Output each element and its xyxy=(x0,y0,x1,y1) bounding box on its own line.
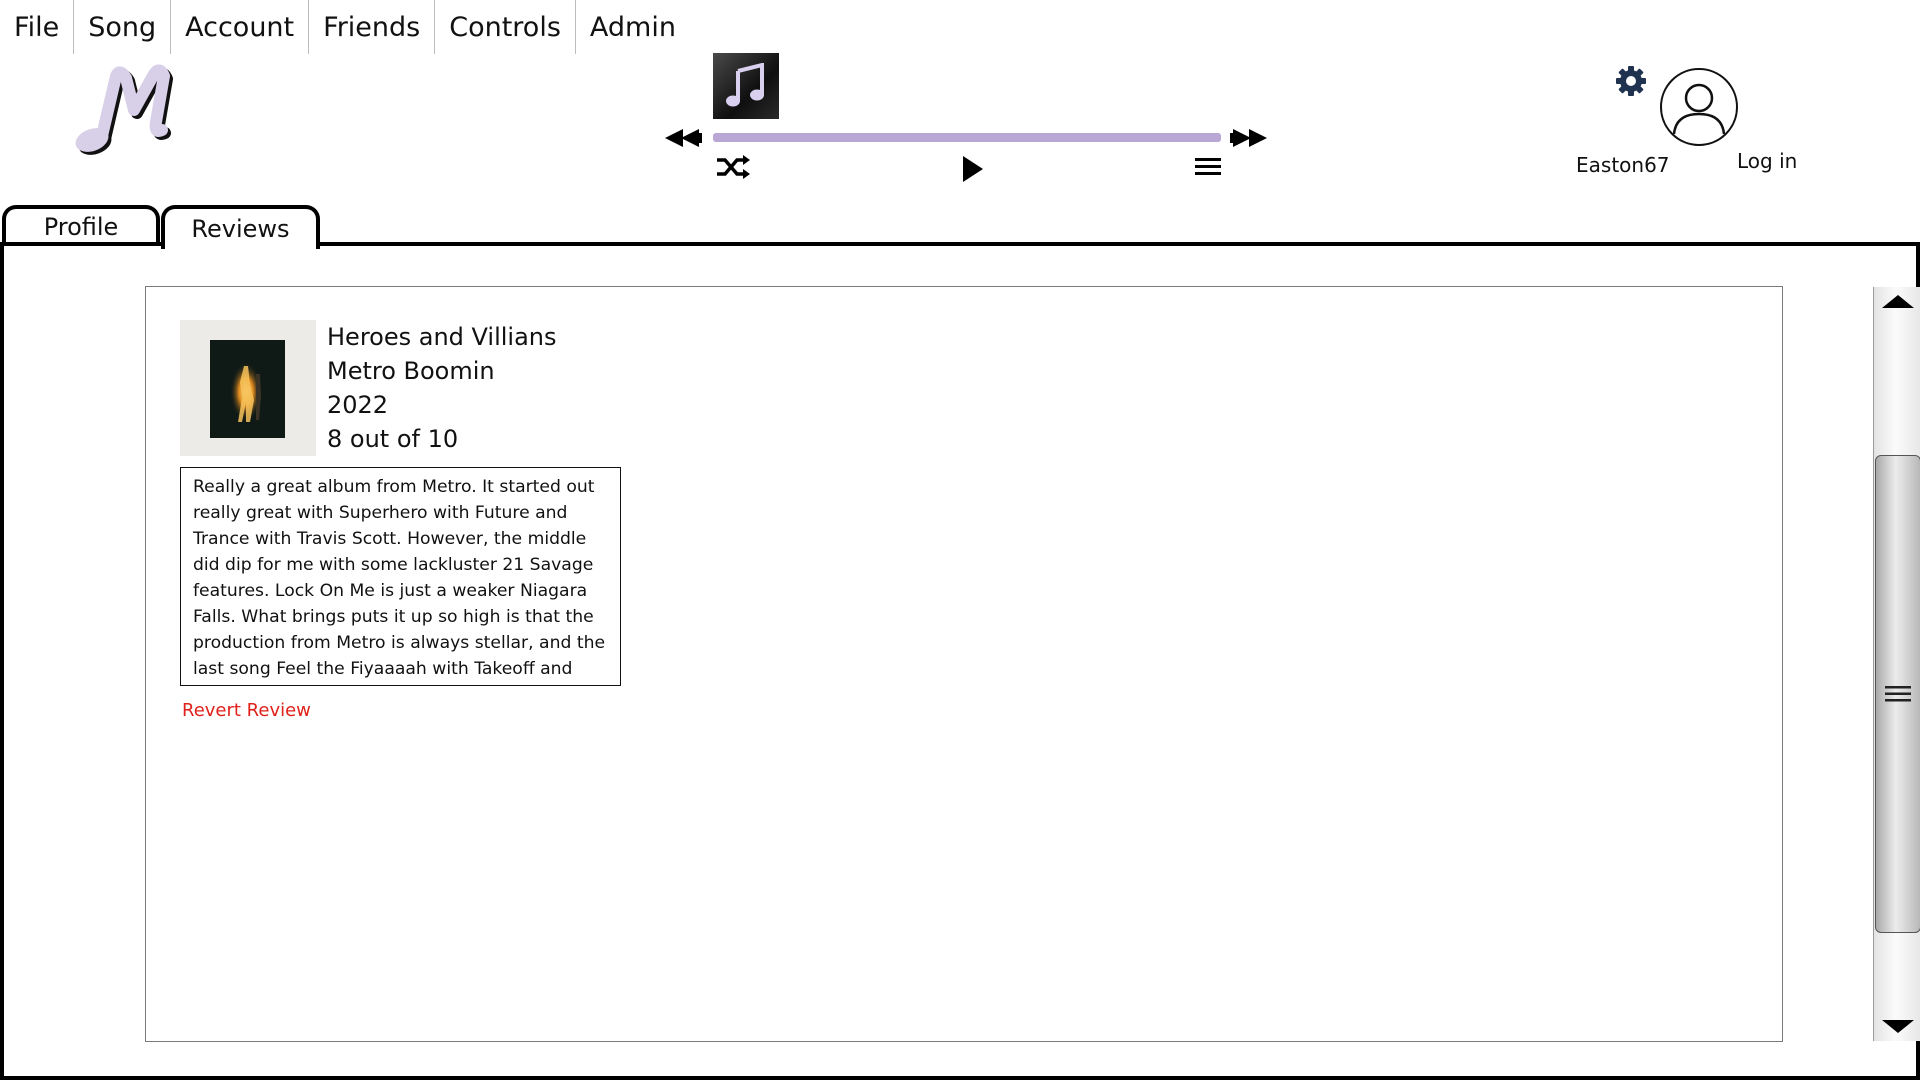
user-avatar-icon xyxy=(1672,83,1726,135)
menu-friends[interactable]: Friends xyxy=(309,0,436,54)
play-button[interactable] xyxy=(961,154,985,184)
album-info: Heroes and Villians Metro Boomin 2022 8 … xyxy=(327,320,557,456)
rewind-icon xyxy=(665,129,702,147)
fast-forward-icon xyxy=(1230,129,1267,147)
queue-list-icon xyxy=(1195,158,1221,175)
reviews-panel: Heroes and Villians Metro Boomin 2022 8 … xyxy=(0,242,1920,1080)
song-progress-bar[interactable] xyxy=(713,133,1221,142)
music-note-icon xyxy=(726,63,764,107)
review-rating: 8 out of 10 xyxy=(327,425,459,453)
tab-profile[interactable]: Profile xyxy=(2,205,160,245)
now-playing-artwork xyxy=(713,53,779,119)
album-artist: Metro Boomin xyxy=(327,357,495,385)
scroll-up-arrow-icon xyxy=(1882,295,1914,308)
scroll-grip-icon xyxy=(1885,686,1911,702)
scroll-thumb[interactable] xyxy=(1875,455,1920,933)
tab-reviews[interactable]: Reviews xyxy=(161,205,320,249)
review-list: Heroes and Villians Metro Boomin 2022 8 … xyxy=(145,286,1920,1042)
song-progress-fill xyxy=(713,133,1221,142)
scroll-up-button[interactable] xyxy=(1875,287,1920,315)
album-cover-frame xyxy=(180,320,316,456)
vertical-scrollbar[interactable] xyxy=(1873,287,1920,1041)
shuffle-icon xyxy=(717,155,750,179)
menu-controls[interactable]: Controls xyxy=(435,0,576,54)
scroll-down-button[interactable] xyxy=(1875,1013,1920,1041)
album-title: Heroes and Villians xyxy=(327,323,557,351)
menu-song[interactable]: Song xyxy=(74,0,172,54)
login-link[interactable]: Log in xyxy=(1737,149,1797,173)
review-text-box[interactable]: Really a great album from Metro. It star… xyxy=(180,467,621,686)
scroll-down-arrow-icon xyxy=(1882,1020,1914,1033)
album-year: 2022 xyxy=(327,391,389,419)
album-cover xyxy=(210,340,285,438)
settings-button[interactable] xyxy=(1614,64,1648,98)
app-logo xyxy=(75,64,173,155)
menu-admin[interactable]: Admin xyxy=(576,0,690,54)
rewind-button[interactable] xyxy=(663,127,703,149)
user-avatar[interactable] xyxy=(1660,68,1738,146)
gear-icon xyxy=(1616,66,1646,96)
menu-file[interactable]: File xyxy=(0,0,75,54)
menu-account[interactable]: Account xyxy=(171,0,310,54)
queue-button[interactable] xyxy=(1194,156,1222,178)
revert-review-button[interactable]: Revert Review xyxy=(182,700,311,721)
play-icon xyxy=(963,156,983,182)
fast-forward-button[interactable] xyxy=(1229,127,1269,149)
menu-bar: File Song Account Friends Controls Admin xyxy=(0,0,690,54)
shuffle-button[interactable] xyxy=(715,154,751,180)
username-label: Easton67 xyxy=(1576,153,1670,177)
